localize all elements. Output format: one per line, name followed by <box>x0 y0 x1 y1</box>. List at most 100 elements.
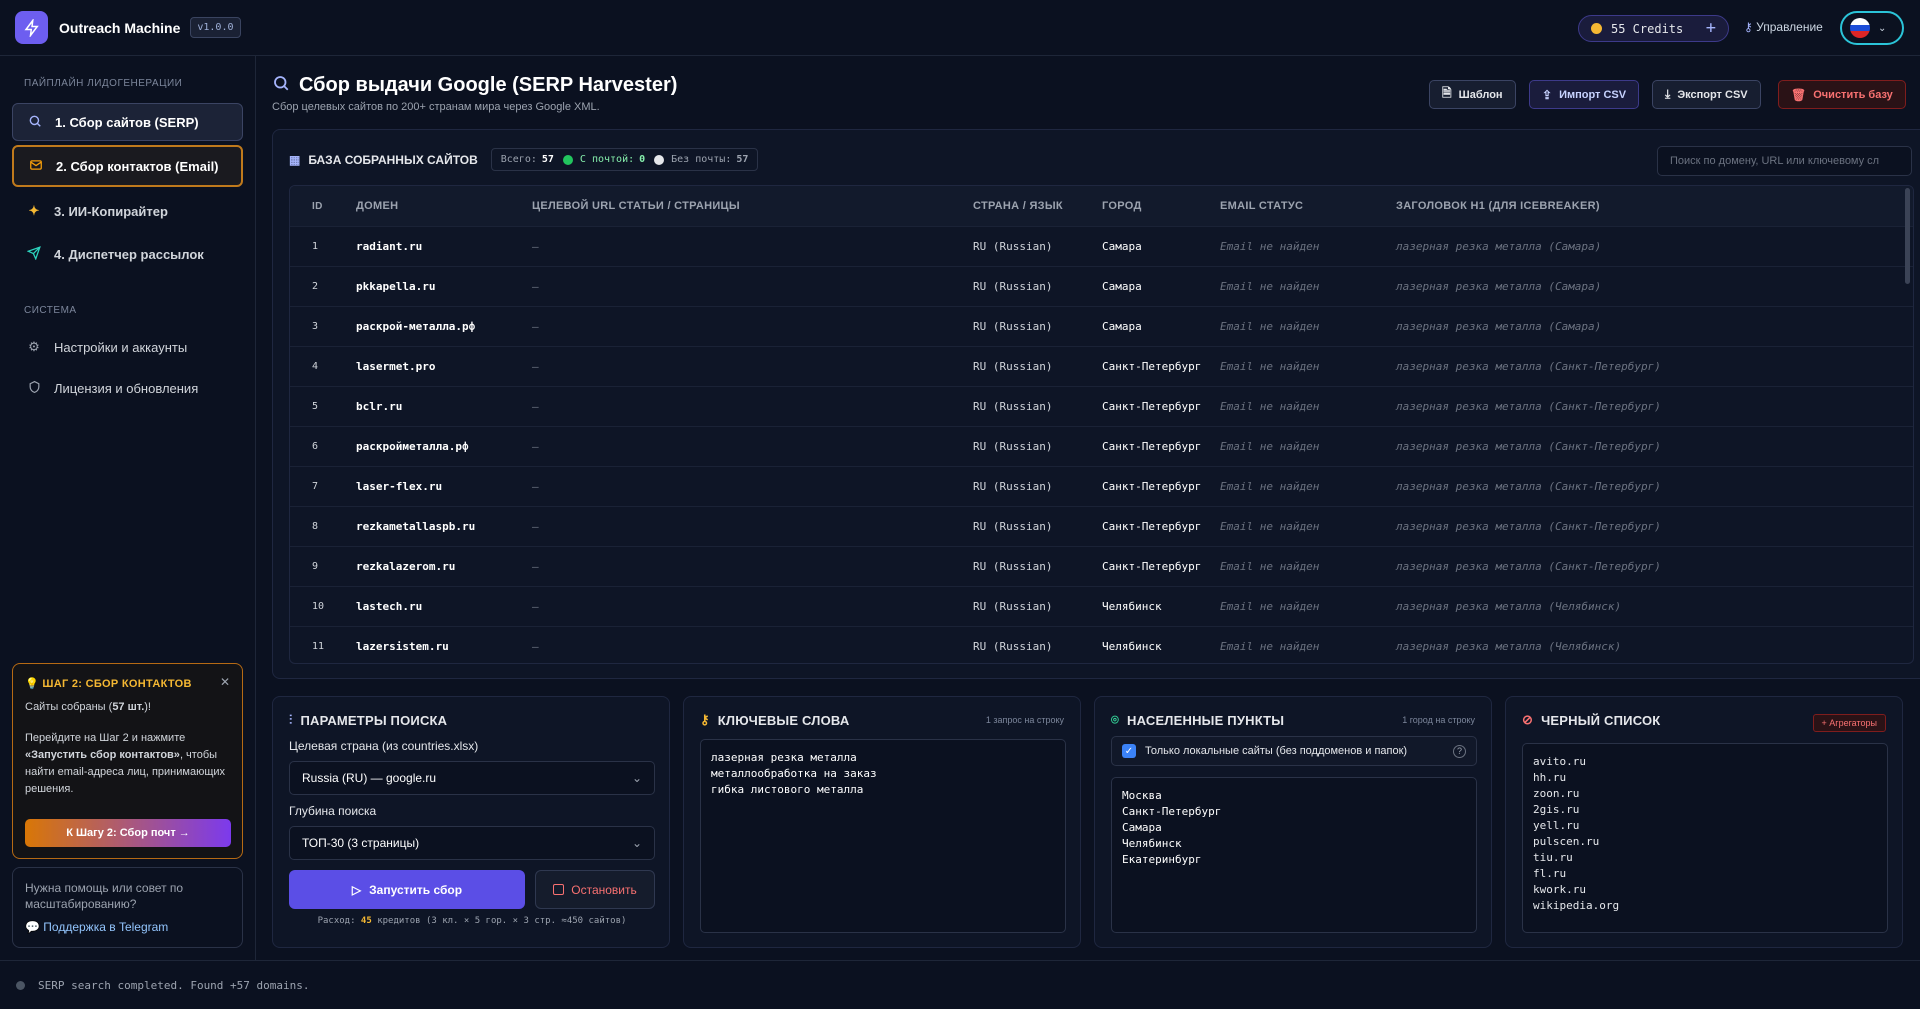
sidebar-item-copywriter[interactable]: ✦ 3. ИИ-Копирайтер <box>12 192 243 230</box>
import-csv-button[interactable]: ⇪ Импорт CSV <box>1529 80 1640 109</box>
row-country: RU (Russian) <box>973 400 1053 413</box>
hint-title-text: ШАГ 2: СБОР КОНТАКТОВ <box>42 678 192 690</box>
row-id: 5 <box>312 401 319 412</box>
stop-button[interactable]: Остановить <box>535 870 655 909</box>
key-icon: ⚷ <box>700 712 710 727</box>
help-card: Нужна помощь или совет по масштабировани… <box>12 867 243 948</box>
sites-table: ID ДОМЕН ЦЕЛЕВОЙ URL СТАТЬИ / СТРАНИЦЫ С… <box>289 185 1914 664</box>
coin-icon <box>1591 23 1602 34</box>
run-label: Запустить сбор <box>369 882 463 897</box>
sidebar-item-serp[interactable]: 1. Сбор сайтов (SERP) <box>12 103 243 141</box>
col-id[interactable]: ID <box>312 201 323 212</box>
table-row[interactable]: 3 раскрой-металла.рф — RU (Russian) Самара Em… <box>290 306 1913 346</box>
template-label: Шаблон <box>1458 88 1503 101</box>
row-domain: раскрой-металла.рф <box>356 320 476 333</box>
row-email-status: Email не найден <box>1220 240 1320 253</box>
table-row[interactable]: 1 radiant.ru — RU (Russian) Самара Email не н… <box>290 226 1913 266</box>
template-button[interactable]: 🗎 Шаблон <box>1429 80 1516 109</box>
table-row[interactable]: 10 lastech.ru — RU (Russian) Челябинск Email … <box>290 586 1913 626</box>
table-row[interactable]: 6 раскройметалла.рф — RU (Russian) Санкт-Пет… <box>290 426 1913 466</box>
row-id: 8 <box>312 521 319 532</box>
clear-database-button[interactable]: 🗑 Очистить базу <box>1778 80 1906 109</box>
row-id: 6 <box>312 441 319 452</box>
run-harvest-button[interactable]: ▷ Запустить сбор <box>289 870 525 909</box>
sparkles-icon: ✦ <box>28 203 40 218</box>
telegram-support-link[interactable]: 💬 Поддержка в Telegram <box>25 920 230 934</box>
local-only-checkbox-row[interactable]: ✓ Только локальные сайты (без поддоменов… <box>1111 736 1477 766</box>
play-icon: ▷ <box>351 882 362 897</box>
help-text: Нужна помощь или совет по масштабировани… <box>25 881 184 911</box>
chat-bubble-icon: 💬 <box>25 920 40 934</box>
row-country: RU (Russian) <box>973 240 1053 253</box>
add-credits-icon[interactable]: + <box>1706 20 1716 37</box>
sidebar-item-settings[interactable]: ⚙ Настройки и аккаунты <box>12 328 243 366</box>
close-icon[interactable]: ✕ <box>220 675 230 689</box>
row-city: Санкт-Петербург <box>1102 360 1202 373</box>
row-email-status: Email не найден <box>1220 560 1320 573</box>
status-message: SERP search completed. Found +57 domains… <box>38 978 310 992</box>
help-icon[interactable]: ? <box>1453 744 1466 758</box>
table-row[interactable]: 4 lasermet.pro — RU (Russian) Санкт-Петербур… <box>290 346 1913 386</box>
blacklist-header: ⊘ ЧЕРНЫЙ СПИСОК <box>1522 712 1660 728</box>
chevron-down-icon: ⌄ <box>631 836 642 850</box>
row-id: 11 <box>312 641 325 652</box>
telegram-link-label: Поддержка в Telegram <box>43 920 169 934</box>
table-search-input[interactable]: Поиск по домену, URL или ключевому сл <box>1657 146 1912 176</box>
row-domain: radiant.ru <box>356 240 423 253</box>
credits-pill[interactable]: 55 Credits + <box>1578 15 1729 42</box>
col-email-status[interactable]: EMAIL СТАТУС <box>1220 200 1303 212</box>
row-h1: лазерная резка металла (Челябинск) <box>1396 600 1622 613</box>
status-bar: SERP search completed. Found +57 domains… <box>0 960 1920 1009</box>
col-h1[interactable]: ЗАГОЛОВОК H1 (ДЛЯ ICEBREAKER) <box>1396 200 1600 212</box>
table-row[interactable]: 9 rezkalazerom.ru — RU (Russian) Санкт-Петер… <box>290 546 1913 586</box>
stop-square-icon <box>553 884 565 895</box>
row-h1: лазерная резка металла (Самара) <box>1396 240 1602 253</box>
sidebar-item-label: 4. Диспетчер рассылок <box>54 246 204 262</box>
blacklist-textarea[interactable]: avito.ru hh.ru zoon.ru 2gis.ru yell.ru p… <box>1522 743 1888 933</box>
col-url[interactable]: ЦЕЛЕВОЙ URL СТАТЬИ / СТРАНИЦЫ <box>532 200 740 212</box>
manage-label: Управление <box>1756 20 1823 34</box>
export-csv-button[interactable]: ⤓ Экспорт CSV <box>1652 80 1761 109</box>
row-url: — <box>532 600 539 613</box>
keywords-textarea[interactable]: лазерная резка металла металлообработка … <box>700 739 1066 933</box>
depth-select[interactable]: ТОП-30 (3 страницы) ⌄ <box>289 826 655 860</box>
country-label: Целевая страна (из countries.xlsx) <box>289 739 479 753</box>
import-label: Импорт CSV <box>1559 88 1627 101</box>
sidebar-item-email[interactable]: 2. Сбор контактов (Email) <box>12 145 243 187</box>
checkbox-checked-icon[interactable]: ✓ <box>1122 744 1136 758</box>
row-country: RU (Russian) <box>973 280 1053 293</box>
sites-table-card: ▦ БАЗА СОБРАННЫХ САЙТОВ Всего: 57 С почто… <box>272 129 1920 679</box>
cities-title: НАСЕЛЕННЫЕ ПУНКТЫ <box>1127 712 1285 728</box>
table-scrollbar[interactable] <box>1905 188 1910 284</box>
col-domain[interactable]: ДОМЕН <box>356 200 398 212</box>
language-switcher[interactable]: ⌄ <box>1840 11 1904 45</box>
row-domain: rezkametallaspb.ru <box>356 520 476 533</box>
hint-line2-a: Перейдите на Шаг 2 и нажмите <box>25 732 186 744</box>
row-country: RU (Russian) <box>973 520 1053 533</box>
table-row[interactable]: 7 laser-flex.ru — RU (Russian) Санкт-Петербу… <box>290 466 1913 506</box>
row-h1: лазерная резка металла (Челябинск) <box>1396 640 1622 653</box>
row-id: 4 <box>312 361 319 372</box>
version-badge: v1.0.0 <box>190 17 241 38</box>
country-select[interactable]: Russia (RU) — google.ru ⌄ <box>289 761 655 795</box>
search-icon <box>272 74 290 97</box>
table-row[interactable]: 2 pkkapella.ru — RU (Russian) Самара Email не… <box>290 266 1913 306</box>
table-row[interactable]: 5 bclr.ru — RU (Russian) Санкт-Петербург Emai… <box>290 386 1913 426</box>
manage-link[interactable]: ⚷ Управление <box>1744 20 1823 34</box>
row-city: Самара <box>1102 240 1142 253</box>
sidebar-item-license[interactable]: Лицензия и обновления <box>12 369 243 407</box>
add-aggregators-button[interactable]: + Агрегаторы <box>1812 714 1886 732</box>
hint-line1-end: )! <box>144 701 151 713</box>
sidebar-item-dispatcher[interactable]: 4. Диспетчер рассылок <box>12 235 243 273</box>
go-to-step2-button[interactable]: К Шагу 2: Сбор почт → <box>25 819 231 847</box>
col-city[interactable]: ГОРОД <box>1102 200 1142 212</box>
table-row[interactable]: 11 lazersistem.ru — RU (Russian) Челябинск Em… <box>290 626 1913 663</box>
table-row[interactable]: 8 rezkametallaspb.ru — RU (Russian) Санкт-Пе… <box>290 506 1913 546</box>
no-email-count: 57 <box>736 154 749 165</box>
row-h1: лазерная резка металла (Санкт-Петербург) <box>1396 440 1661 453</box>
cities-textarea[interactable]: Москва Санкт-Петербург Самара Челябинск … <box>1111 777 1477 933</box>
table-title: БАЗА СОБРАННЫХ САЙТОВ <box>308 152 478 167</box>
row-email-status: Email не найден <box>1220 360 1320 373</box>
col-country[interactable]: СТРАНА / ЯЗЫК <box>973 200 1063 212</box>
row-domain: bclr.ru <box>356 400 403 413</box>
